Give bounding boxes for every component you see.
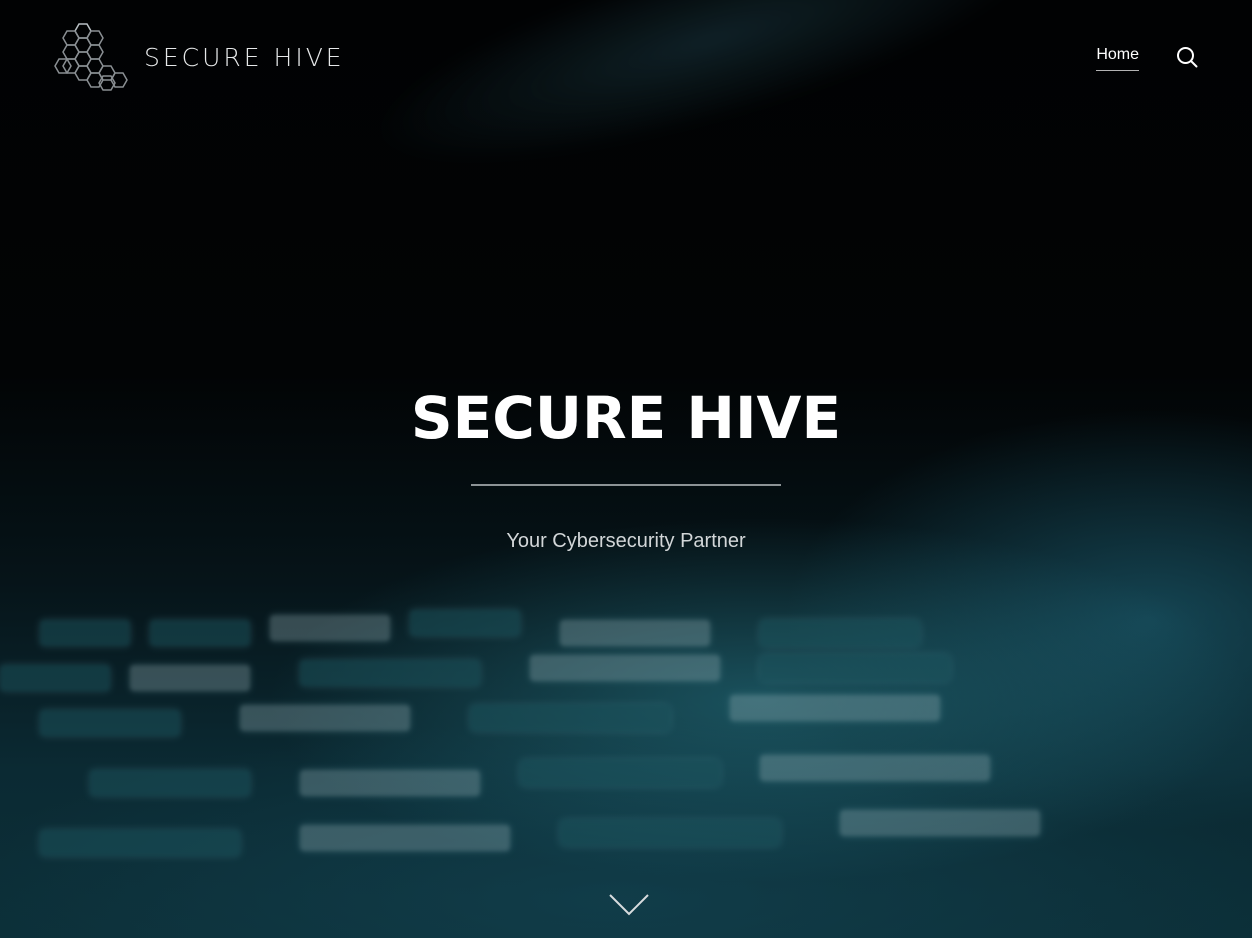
hero-subtitle: Your Cybersecurity Partner [506, 530, 746, 552]
search-icon [1177, 46, 1198, 67]
chevron-down-icon [609, 894, 649, 916]
site-header: SECURE HIVE Home [0, 0, 1252, 120]
nav-link-home[interactable]: Home [1096, 46, 1139, 71]
primary-nav: Home [1096, 46, 1200, 71]
scroll-down-button[interactable] [608, 892, 650, 918]
hero-divider [471, 484, 781, 486]
hero-title: SECURE HIVE [410, 384, 842, 452]
search-button[interactable] [1174, 44, 1200, 70]
site-logo[interactable]: SECURE HIVE [54, 22, 345, 92]
logo-text: SECURE HIVE [144, 42, 345, 72]
hero-content: SECURE HIVE Your Cybersecurity Partner [0, 380, 1252, 553]
hexagon-cluster-icon [54, 23, 128, 91]
hero-section: SECURE HIVE Home SECURE HIVE Your Cybers… [0, 0, 1252, 938]
